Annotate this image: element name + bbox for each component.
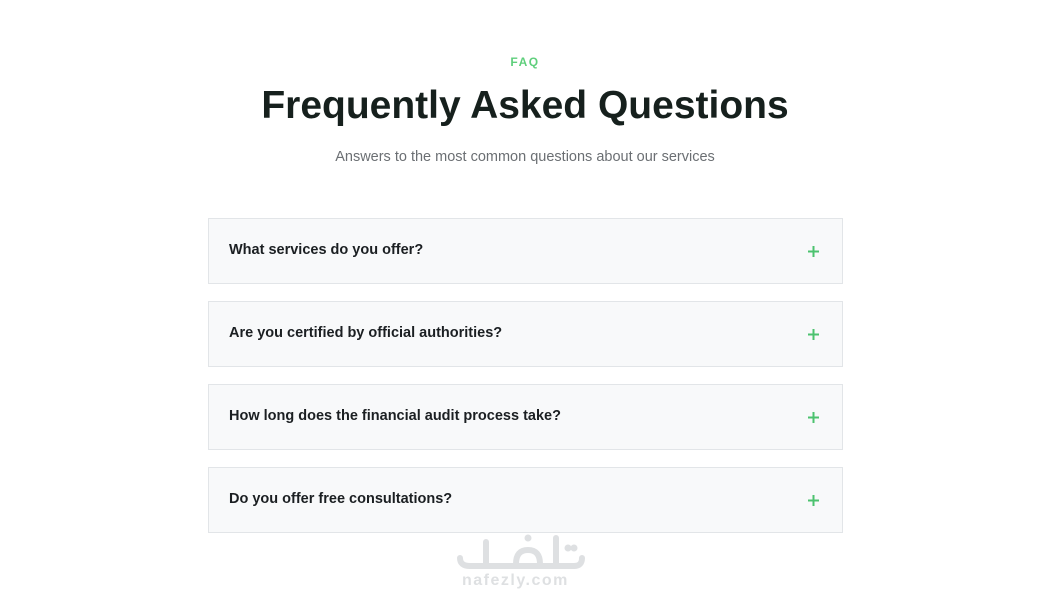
section-eyebrow: FAQ	[510, 55, 540, 69]
faq-question: Do you offer free consultations?	[229, 491, 453, 507]
watermark-arabic-logo-icon	[457, 534, 585, 569]
faq-item-services[interactable]: What services do you offer?	[208, 218, 843, 284]
faq-question: How long does the financial audit proces…	[229, 408, 561, 424]
plus-icon[interactable]	[806, 327, 820, 341]
faq-section: FAQ Frequently Asked Questions Answers t…	[0, 0, 1037, 595]
watermark-text: nafezly.com	[462, 572, 569, 589]
plus-icon[interactable]	[806, 410, 820, 424]
faq-list: What services do you offer? Are you cert…	[208, 218, 843, 550]
faq-item-consultations[interactable]: Do you offer free consultations?	[208, 467, 843, 533]
faq-item-certification[interactable]: Are you certified by official authoritie…	[208, 301, 843, 367]
page-subtitle: Answers to the most common questions abo…	[335, 149, 715, 165]
plus-icon[interactable]	[806, 244, 820, 258]
watermark-logo: nafezly.com	[456, 528, 586, 594]
page-title: Frequently Asked Questions	[261, 84, 789, 127]
faq-question: What services do you offer?	[229, 242, 424, 258]
faq-question: Are you certified by official authoritie…	[229, 325, 503, 341]
plus-icon[interactable]	[806, 493, 820, 507]
faq-item-audit-duration[interactable]: How long does the financial audit proces…	[208, 384, 843, 450]
